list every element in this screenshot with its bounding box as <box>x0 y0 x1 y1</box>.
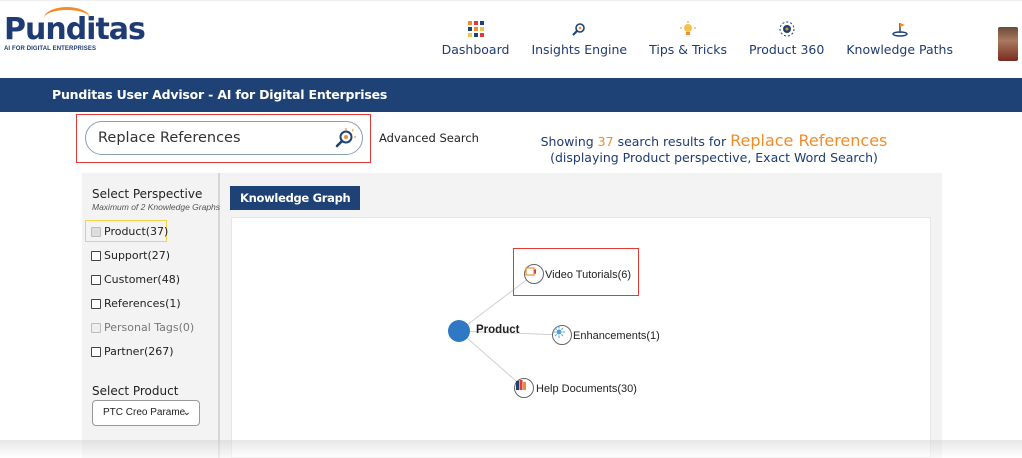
nav-knowledge-paths[interactable]: Knowledge Paths <box>835 21 964 57</box>
top-navigation-bar: Punditas AI FOR DIGITAL ENTERPRISES Dash… <box>0 0 1022 78</box>
advanced-search-link[interactable]: Advanced Search <box>379 131 479 145</box>
video-tutorial-icon[interactable] <box>524 264 544 284</box>
perspective-option-references[interactable]: References(1) <box>91 297 181 310</box>
results-count: 37 <box>597 134 614 149</box>
root-node-label[interactable]: Product <box>476 324 519 336</box>
help-documents-label[interactable]: Help Documents(30) <box>536 383 637 395</box>
perspective-option-product[interactable]: Product(37) <box>91 225 168 238</box>
banner-title: Punditas User Advisor - AI for Digital E… <box>52 87 388 102</box>
search-highlight-box: Replace References <box>76 114 371 163</box>
knowledge-path-icon <box>891 21 908 37</box>
root-node[interactable] <box>448 320 470 342</box>
checkbox <box>91 322 101 333</box>
logo-arc-icon <box>44 7 90 29</box>
user-avatar[interactable] <box>998 27 1018 61</box>
perspective-option-label: Support(27) <box>104 249 171 262</box>
banner-bar: Punditas User Advisor - AI for Digital E… <box>0 78 1022 112</box>
product-select-value: PTC Creo Parame <box>103 407 186 418</box>
perspective-title: Select Perspective <box>92 187 203 201</box>
perspective-option-label: References(1) <box>104 297 181 310</box>
bottom-shadow <box>0 440 1022 458</box>
results-detail: (displaying Product perspective, Exact W… <box>550 150 878 165</box>
checkbox[interactable] <box>91 226 101 237</box>
nav-product-360[interactable]: Product 360 <box>738 21 835 57</box>
nav-knowledge-paths-label: Knowledge Paths <box>846 42 953 57</box>
video-tutorials-label[interactable]: Video Tutorials(6) <box>545 269 631 281</box>
knowledge-graph-canvas: Product Video Tutorials(6) Enhancements(… <box>231 217 931 458</box>
perspective-option-label: Product(37) <box>104 225 169 238</box>
results-prefix: Showing <box>540 134 594 149</box>
perspective-option-label: Personal Tags(0) <box>104 321 195 334</box>
nav-insights-engine-label: Insights Engine <box>531 42 628 57</box>
search-icon[interactable] <box>334 127 356 149</box>
checkbox[interactable] <box>91 298 101 309</box>
nav-dashboard-label: Dashboard <box>441 42 510 57</box>
help-documents-icon[interactable] <box>514 378 534 398</box>
chevron-down-icon: ⌄ <box>182 407 191 418</box>
checkbox[interactable] <box>91 346 101 357</box>
enhancement-icon[interactable] <box>552 325 572 345</box>
results-panel: Select Perspective Maximum of 2 Knowledg… <box>82 173 942 458</box>
page: Punditas AI FOR DIGITAL ENTERPRISES Dash… <box>0 0 1022 458</box>
product-select[interactable]: PTC Creo Parame ⌄ <box>92 400 200 426</box>
tab-knowledge-graph[interactable]: Knowledge Graph <box>230 186 361 210</box>
results-summary: Showing 37 search results for Replace Re… <box>534 133 894 166</box>
checkbox[interactable] <box>91 250 101 261</box>
nav-tips-tricks[interactable]: Tips & Tricks <box>638 21 738 57</box>
search-input[interactable]: Replace References <box>85 121 363 155</box>
nav-insights-engine[interactable]: Insights Engine <box>520 21 638 57</box>
lightbulb-icon <box>680 21 697 37</box>
insights-icon <box>571 21 587 37</box>
perspective-option-personal-tags: Personal Tags(0) <box>91 321 194 334</box>
results-query: Replace References <box>730 131 888 150</box>
results-line-1: Showing 37 search results for Replace Re… <box>534 133 894 150</box>
punditas-logo[interactable]: Punditas AI FOR DIGITAL ENTERPRISES <box>4 7 146 52</box>
nav-product-360-label: Product 360 <box>749 42 825 57</box>
select-product-title: Select Product <box>92 384 179 398</box>
enhancements-label[interactable]: Enhancements(1) <box>573 330 660 342</box>
checkbox[interactable] <box>91 274 101 285</box>
perspective-option-support[interactable]: Support(27) <box>91 249 170 262</box>
perspective-option-customer[interactable]: Customer(48) <box>91 273 180 286</box>
results-middle: search results for <box>617 134 727 149</box>
nav-tips-tricks-label: Tips & Tricks <box>649 42 728 57</box>
nav-dashboard[interactable]: Dashboard <box>431 21 521 57</box>
product360-icon <box>779 21 795 37</box>
perspective-option-label: Customer(48) <box>104 273 181 286</box>
perspective-option-partner[interactable]: Partner(267) <box>91 345 174 358</box>
perspective-subtitle: Maximum of 2 Knowledge Graphs <box>92 202 221 212</box>
perspective-sidebar: Select Perspective Maximum of 2 Knowledg… <box>82 173 220 458</box>
perspective-option-label: Partner(267) <box>104 345 174 358</box>
dashboard-grid-icon <box>467 21 484 37</box>
main-nav: Dashboard Insights Engine Tips & Tricks … <box>431 21 964 57</box>
